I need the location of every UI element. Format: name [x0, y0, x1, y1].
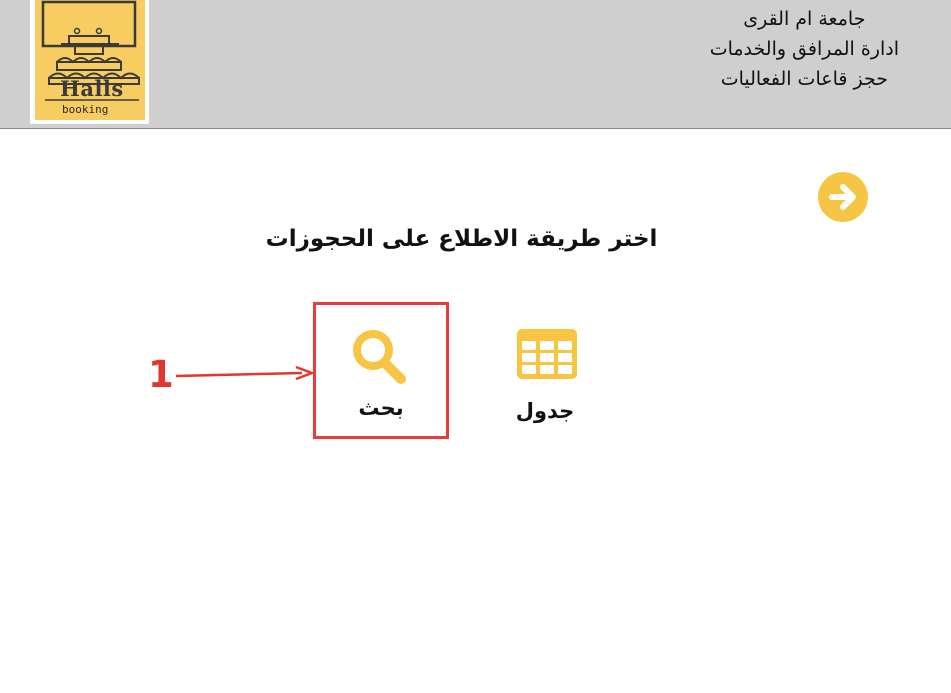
- logo-background: Halls booking: [35, 0, 145, 120]
- page-title-text: اختر طريقة الاطلاع على الحجوزات: [265, 226, 658, 252]
- step-number-annotation: 1: [148, 353, 174, 396]
- department-name: ادارة المرافق والخدمات: [709, 38, 899, 60]
- search-icon: [353, 330, 406, 384]
- header-text-block: جامعة ام القرى ادارة المرافق والخدمات حج…: [710, 4, 899, 94]
- app-header: Halls booking جامعة ام القرى ادارة المرا…: [0, 0, 951, 129]
- university-name: جامعة ام القرى: [743, 8, 866, 30]
- arrow-right-circle-icon: [829, 184, 856, 210]
- search-option-button[interactable]: بحث: [313, 302, 449, 439]
- auditorium-icon: [41, 0, 140, 101]
- next-button[interactable]: [818, 172, 868, 222]
- logo-subtitle: booking: [62, 103, 109, 116]
- logo-title: Halls: [60, 76, 124, 101]
- halls-booking-logo: Halls booking: [30, 0, 149, 124]
- annotation-arrow-icon: [175, 365, 314, 381]
- table-option-label: جدول: [515, 399, 575, 423]
- table-option-button[interactable]: جدول: [490, 305, 600, 435]
- search-option-label: بحث: [358, 396, 404, 420]
- table-grid-icon: [517, 329, 577, 379]
- page: Halls booking جامعة ام القرى ادارة المرا…: [0, 0, 951, 693]
- service-name: حجز قاعات الفعاليات: [720, 68, 888, 90]
- page-title: اختر طريقة الاطلاع على الحجوزات: [0, 226, 951, 252]
